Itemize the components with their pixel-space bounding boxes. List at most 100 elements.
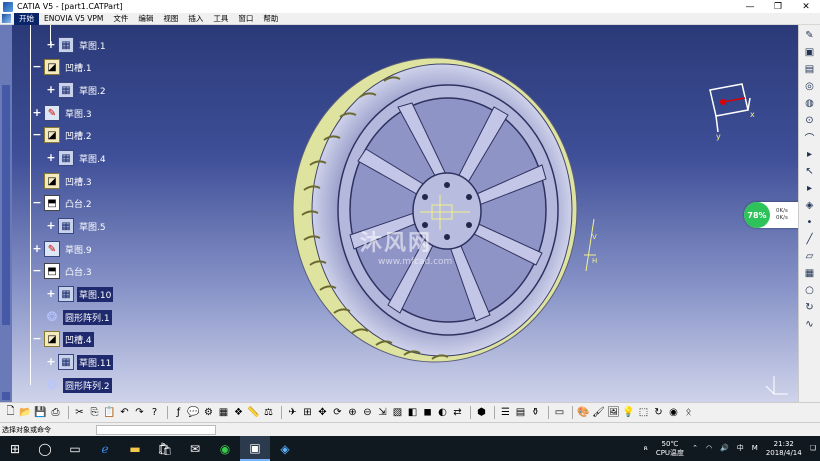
plane-icon[interactable]: ▱: [802, 249, 818, 263]
iso-view-icon[interactable]: ◧: [406, 406, 419, 419]
color-icon[interactable]: 🖌: [592, 406, 605, 419]
tree-item[interactable]: − ◪ 凹槽.4: [32, 329, 94, 349]
collapse-icon[interactable]: −: [32, 333, 42, 344]
line-icon[interactable]: ╱: [802, 232, 818, 246]
edge-browser-icon[interactable]: ℯ: [90, 436, 120, 461]
expand-icon[interactable]: +: [32, 107, 42, 118]
windows-start-icon[interactable]: ⊞: [0, 436, 30, 461]
menu-tools[interactable]: 工具: [208, 13, 233, 25]
cortana-icon[interactable]: ◯: [30, 436, 60, 461]
arrow-right-icon[interactable]: ▸: [802, 147, 818, 161]
ime-mode[interactable]: M: [752, 444, 758, 453]
properties-icon[interactable]: ▤: [514, 406, 527, 419]
redo-icon[interactable]: ↷: [133, 406, 146, 419]
ime-indicator[interactable]: 中: [737, 444, 744, 453]
scene-icon[interactable]: 🎨: [577, 406, 590, 419]
tree-item[interactable]: − ⬒ 凸台.2: [32, 193, 94, 213]
menu-start[interactable]: 开始: [14, 12, 39, 25]
menu-help[interactable]: 帮助: [258, 13, 283, 25]
layer-icon[interactable]: ☰: [499, 406, 512, 419]
texture-icon[interactable]: 🖼: [607, 406, 620, 419]
open-file-icon[interactable]: 📂: [19, 406, 32, 419]
menu-view[interactable]: 视图: [158, 13, 183, 25]
menu-window[interactable]: 窗口: [233, 13, 258, 25]
arrow-right-icon[interactable]: ▸: [802, 181, 818, 195]
collapse-icon[interactable]: −: [32, 265, 42, 276]
save-icon[interactable]: 💾: [34, 406, 47, 419]
tree-item[interactable]: − ◪ 凹槽.1: [32, 57, 94, 77]
expand-icon[interactable]: +: [46, 220, 56, 231]
scroll-down-arrow[interactable]: [2, 392, 10, 400]
collapse-icon[interactable]: −: [32, 197, 42, 208]
rotate-view-icon[interactable]: ⟳: [331, 406, 344, 419]
tree-item[interactable]: + ▦ 草图.4: [46, 148, 108, 168]
formula-icon[interactable]: ƒ: [172, 406, 185, 419]
scrollbar-thumb[interactable]: [2, 85, 10, 325]
tree-item[interactable]: + ✎ 草图.3: [32, 103, 94, 123]
tree-item[interactable]: − ⬒ 凸台.3: [32, 261, 94, 281]
collapse-icon[interactable]: −: [32, 129, 42, 140]
compass-widget[interactable]: [700, 80, 756, 140]
file-explorer-icon[interactable]: ▬: [120, 436, 150, 461]
restore-button[interactable]: ❐: [764, 0, 792, 13]
menu-enovia[interactable]: ENOVIA V5 VPM: [39, 13, 108, 25]
tree-scrollbar[interactable]: [0, 25, 12, 402]
wifi-icon[interactable]: ◠: [706, 444, 712, 453]
catalog-icon[interactable]: ❖: [232, 406, 245, 419]
network-monitor-widget[interactable]: 78% 0K/s 0K/s +: [744, 202, 798, 228]
paste-icon[interactable]: 📋: [103, 406, 116, 419]
collapse-icon[interactable]: −: [32, 61, 42, 72]
shading-icon[interactable]: ◼: [421, 406, 434, 419]
zoom-out-icon[interactable]: ⊖: [361, 406, 374, 419]
pocket-tool-icon[interactable]: ▤: [802, 62, 818, 76]
comment-icon[interactable]: 💬: [187, 406, 200, 419]
expand-icon[interactable]: +: [32, 243, 42, 254]
sketch-tool-icon[interactable]: ◈: [802, 198, 818, 212]
undo-icon[interactable]: ↶: [118, 406, 131, 419]
cut-icon[interactable]: ✂: [73, 406, 86, 419]
tree-item[interactable]: + ▦ 草图.1: [46, 35, 108, 55]
menu-file[interactable]: 文件: [108, 13, 133, 25]
sketcher-icon[interactable]: ✎: [802, 28, 818, 42]
hide-show-icon[interactable]: ◐: [436, 406, 449, 419]
tree-item[interactable]: ◪ 凹槽.3: [44, 171, 94, 191]
measure-icon[interactable]: 📏: [247, 406, 260, 419]
task-view-icon[interactable]: ▭: [60, 436, 90, 461]
rotate-icon[interactable]: ↻: [802, 300, 818, 314]
point-icon[interactable]: •: [802, 215, 818, 229]
close-button[interactable]: ✕: [792, 0, 820, 13]
network-tool-icon[interactable]: ◈: [270, 436, 300, 461]
minimize-button[interactable]: —: [736, 0, 764, 13]
menu-insert[interactable]: 插入: [183, 13, 208, 25]
hole-tool-icon[interactable]: ⊙: [802, 113, 818, 127]
spline-icon[interactable]: ∿: [802, 317, 818, 331]
table-icon[interactable]: ▦: [217, 406, 230, 419]
render-icon[interactable]: ▭: [553, 406, 566, 419]
tree-item[interactable]: + ▦ 草图.11: [46, 352, 114, 372]
new-file-icon[interactable]: 🗋: [4, 406, 17, 419]
3d-viewport[interactable]: + ▦ 草图.1 − ◪ 凹槽.1 + ▦ 草图.2 + ✎ 草图.3 − ◪ …: [0, 25, 798, 402]
tree-item[interactable]: ❂ 圆形阵列.2: [44, 375, 112, 395]
normal-view-icon[interactable]: ⇲: [376, 406, 389, 419]
copy-icon[interactable]: ⎘: [88, 406, 101, 419]
catia-taskbar-icon[interactable]: ▣: [240, 436, 270, 461]
system-menu-icon[interactable]: [2, 14, 11, 23]
pan-icon[interactable]: ✥: [316, 406, 329, 419]
knowledge-icon[interactable]: ⚙: [202, 406, 215, 419]
pad-tool-icon[interactable]: ▣: [802, 45, 818, 59]
menu-edit[interactable]: 编辑: [133, 13, 158, 25]
environment-icon[interactable]: ⬚: [637, 406, 650, 419]
select-icon[interactable]: ↖: [802, 164, 818, 178]
tree-item[interactable]: + ▦ 草图.10: [46, 284, 114, 304]
shaft-tool-icon[interactable]: ◎: [802, 79, 818, 93]
clock[interactable]: 21:32 2018/4/14: [766, 440, 802, 458]
tree-item[interactable]: ❂ 圆形阵列.1: [44, 307, 112, 327]
fly-mode-icon[interactable]: ✈: [286, 406, 299, 419]
tree-item[interactable]: + ▦ 草图.2: [46, 80, 108, 100]
groove-tool-icon[interactable]: ◍: [802, 96, 818, 110]
tree-item[interactable]: − ◪ 凹槽.2: [32, 125, 94, 145]
print-icon[interactable]: ⎙: [49, 406, 62, 419]
expand-icon[interactable]: +: [46, 288, 56, 299]
mass-icon[interactable]: ⚖: [262, 406, 275, 419]
tree-item[interactable]: + ▦ 草图.5: [46, 216, 108, 236]
